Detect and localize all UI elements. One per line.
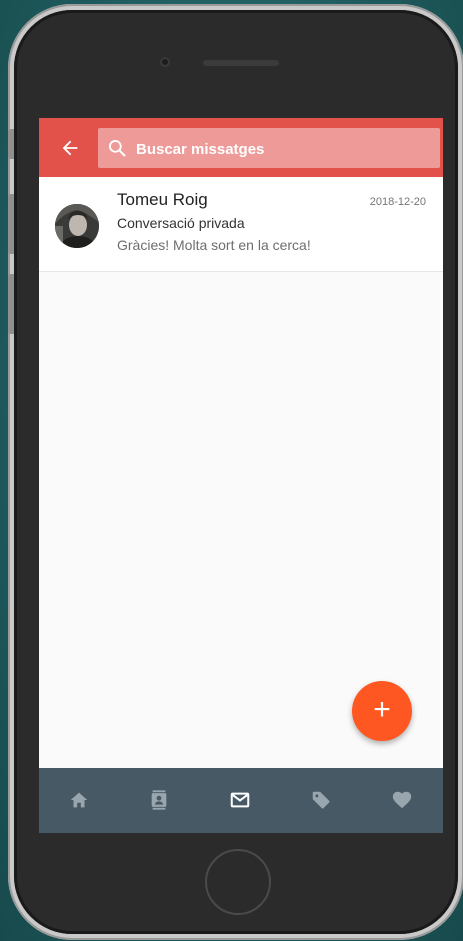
nav-favorites[interactable]	[362, 768, 442, 833]
message-date: 2018-12-20	[369, 196, 426, 208]
add-icon: +	[373, 693, 391, 726]
tag-icon	[312, 791, 330, 809]
earpiece-speaker	[203, 60, 279, 66]
app-bar	[39, 118, 443, 177]
arrow-back-icon	[62, 140, 78, 156]
search-box[interactable]	[98, 128, 440, 170]
message-list-item[interactable]: Tomeu Roig 2018-12-20 Conversació privad…	[39, 177, 443, 272]
contacts-icon	[151, 790, 167, 810]
search-icon	[109, 140, 126, 157]
avatar-photo	[55, 204, 99, 248]
avatar	[55, 204, 99, 248]
mail-icon	[230, 792, 250, 808]
nav-home[interactable]	[39, 768, 119, 833]
front-camera	[160, 57, 170, 67]
message-subject: Conversació privada	[117, 215, 245, 231]
home-icon	[70, 792, 88, 808]
nav-tags[interactable]	[281, 768, 361, 833]
bottom-navigation	[39, 768, 443, 833]
message-sender: Tomeu Roig	[117, 190, 208, 209]
message-snippet: Gràcies! Molta sort en la cerca!	[117, 237, 311, 253]
search-input[interactable]	[134, 128, 434, 170]
back-button[interactable]	[56, 134, 84, 162]
nav-contacts[interactable]	[119, 768, 199, 833]
compose-fab-button[interactable]: +	[352, 681, 412, 741]
nav-messages[interactable]	[200, 768, 280, 833]
phone-home-button[interactable]	[205, 849, 271, 915]
app-screen: Tomeu Roig 2018-12-20 Conversació privad…	[39, 118, 443, 833]
heart-icon	[392, 791, 412, 809]
